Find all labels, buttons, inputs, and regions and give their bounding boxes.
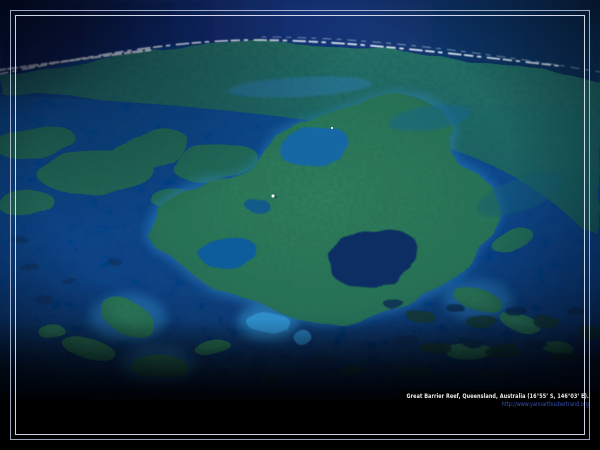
reef-aerial-photo — [0, 0, 600, 405]
caption-bar: Great Barrier Reef, Queensland, Australi… — [400, 391, 600, 411]
caption-url: http://www.yannarthusbertrand.org — [406, 401, 588, 408]
caption-title: Great Barrier Reef, Queensland, Australi… — [406, 393, 588, 401]
wallpaper-stage: Great Barrier Reef, Queensland, Australi… — [0, 0, 600, 450]
